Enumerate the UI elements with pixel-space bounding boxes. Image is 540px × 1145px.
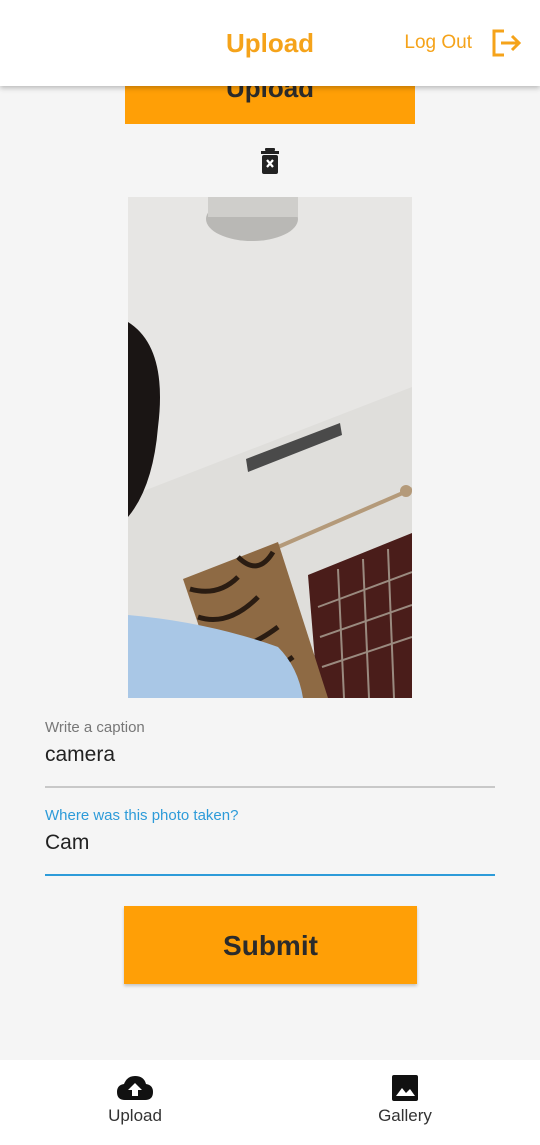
delete-icon[interactable] [258,147,282,175]
location-label: Where was this photo taken? [45,807,239,824]
nav-label-gallery: Gallery [378,1106,432,1125]
caption-label: Write a caption [45,719,145,736]
nav-item-upload[interactable]: Upload [75,1074,195,1126]
photo-preview [128,197,412,698]
logout-label: Log Out [404,32,472,53]
image-icon [392,1075,418,1101]
nav-label-upload: Upload [108,1106,162,1125]
caption-underline [45,786,495,788]
upload-screen: Upload Write a caption camera Where was … [0,0,540,1060]
logout-button[interactable]: Log Out [404,28,522,58]
bottom-navigation: Upload Gallery [0,1060,540,1145]
app-bar: Upload Log Out [0,0,540,86]
cloud-upload-icon [117,1076,153,1100]
logout-icon [492,29,522,57]
caption-input[interactable]: camera [45,743,115,767]
submit-button[interactable]: Submit [124,906,417,984]
nav-item-gallery[interactable]: Gallery [345,1074,465,1126]
location-underline [45,874,495,876]
location-input[interactable]: Cam [45,831,89,855]
